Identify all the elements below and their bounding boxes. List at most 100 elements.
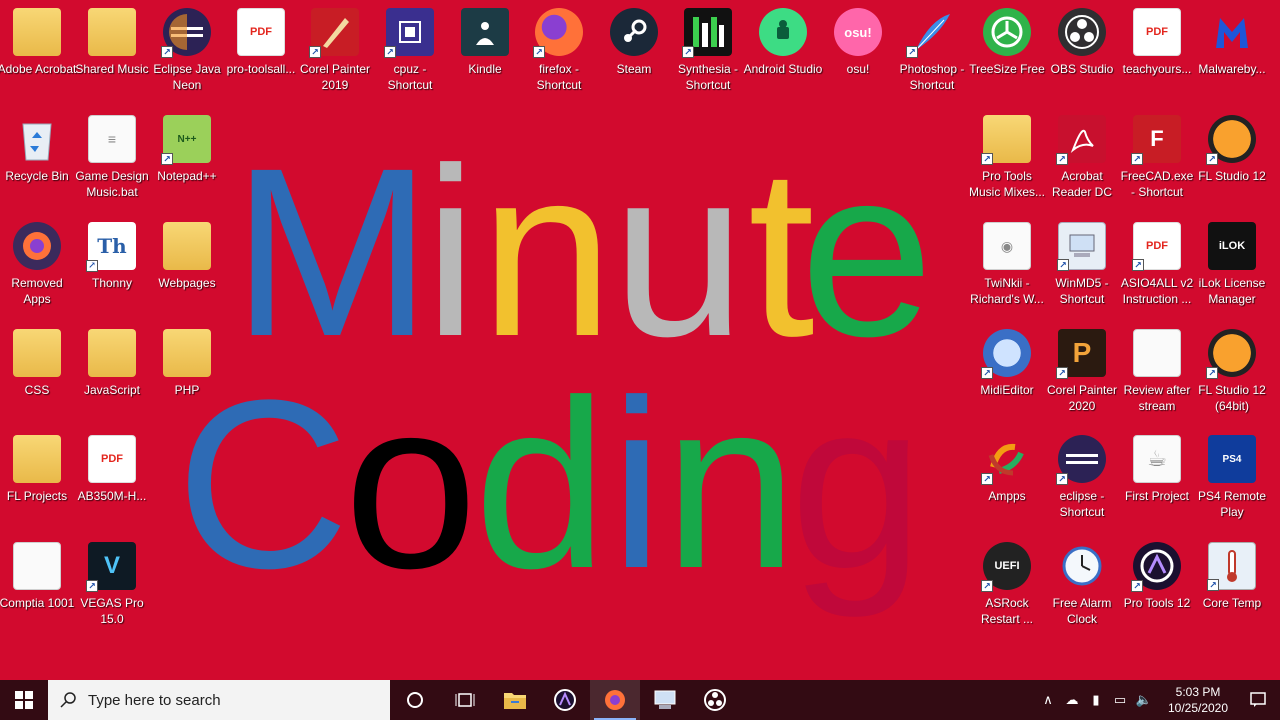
javascript-folder-icon[interactable]: JavaScript	[75, 325, 149, 425]
usb-icon[interactable]: ▮	[1084, 692, 1108, 708]
wallpaper-letter: d	[474, 350, 608, 618]
icon-label: MidiEditor	[980, 383, 1034, 397]
thonny-icon[interactable]: Th ↗ Thonny	[75, 218, 149, 318]
corel-painter-2020-icon[interactable]: P ↗ Corel Painter 2020	[1045, 325, 1119, 425]
clock[interactable]: 5:03 PM 10/25/2020	[1160, 684, 1236, 716]
file-explorer-button[interactable]	[490, 680, 540, 720]
fl-studio-64-icon[interactable]: ↗ FL Studio 12 (64bit)	[1195, 325, 1269, 425]
winmd5-taskbar-button[interactable]	[640, 680, 690, 720]
computer-icon: ↗	[1057, 222, 1106, 271]
acrobat-reader-icon[interactable]: ↗ Acrobat Reader DC	[1045, 111, 1119, 211]
firefox-logo-icon	[13, 222, 61, 270]
cpuz-icon[interactable]: ↗ cpuz - Shortcut	[373, 4, 447, 104]
php-folder-icon[interactable]: PHP	[150, 325, 224, 425]
eclipse-java-icon[interactable]: ↗ Eclipse Java Neon	[150, 4, 224, 104]
ilok-icon[interactable]: iLOK iLok License Manager	[1195, 218, 1269, 318]
chevron-up-icon[interactable]: ∧	[1036, 692, 1060, 708]
ab350m-icon[interactable]: PDF AB350M-H...	[75, 431, 149, 531]
icon-label: Adobe Acrobat	[0, 62, 77, 76]
shortcut-arrow-icon: ↗	[981, 153, 993, 165]
teachyours-icon[interactable]: PDF teachyours...	[1120, 4, 1194, 104]
firefox-taskbar-button[interactable]	[590, 680, 640, 720]
free-alarm-clock-icon[interactable]: Free Alarm Clock	[1045, 538, 1119, 638]
vegas-pro-icon[interactable]: V ↗ VEGAS Pro 15.0	[75, 538, 149, 638]
cortana-button[interactable]	[390, 680, 440, 720]
wallpaper-letter: o	[344, 350, 478, 618]
ps4-remote-play-icon[interactable]: PS4 PS4 Remote Play	[1195, 431, 1269, 531]
clock-icon	[1058, 542, 1106, 590]
winmd5-icon[interactable]: ↗ WinMD5 - Shortcut	[1045, 218, 1119, 318]
obs-logo-icon	[1058, 8, 1106, 56]
midi-icon: ↗	[981, 329, 1031, 379]
icon-label: ASIO4ALL v2 Instruction ...	[1120, 276, 1194, 306]
start-button[interactable]	[0, 680, 48, 720]
icon-label: Synthesia - Shortcut	[677, 62, 739, 92]
task-view-button[interactable]	[440, 680, 490, 720]
removed-apps-icon[interactable]: Removed Apps	[0, 218, 74, 318]
fruit-icon: ↗	[1206, 115, 1256, 165]
notepadpp-icon[interactable]: N++ ↗ Notepad++	[150, 111, 224, 211]
pro-tools-taskbar-button[interactable]	[540, 680, 590, 720]
icon-label: OBS Studio	[1050, 62, 1114, 76]
malwarebytes-icon[interactable]: Malwareby...	[1195, 4, 1269, 104]
uefi-icon: UEFI ↗	[981, 542, 1031, 592]
osu-icon[interactable]: osu! osu!	[821, 4, 895, 104]
shortcut-arrow-icon: ↗	[1206, 367, 1218, 379]
firefox-logo-icon: ↗	[533, 8, 583, 58]
recycle-bin-icon[interactable]: Recycle Bin	[0, 111, 74, 211]
firefox-icon[interactable]: ↗ firefox - Shortcut	[522, 4, 596, 104]
webpages-icon[interactable]: Webpages	[150, 218, 224, 318]
speaker-file-icon: ◉	[983, 222, 1031, 270]
eclipse-icon: ↗	[161, 8, 211, 58]
ampps-icon[interactable]: ↗ Ampps	[970, 431, 1044, 531]
android-studio-icon[interactable]: Android Studio	[744, 4, 822, 104]
adobe-acrobat-icon[interactable]: Adobe Acrobat	[0, 4, 77, 104]
photoshop-icon[interactable]: ↗ Photoshop - Shortcut	[895, 4, 969, 104]
pro-toolsall-icon[interactable]: PDF pro-toolsall...	[224, 4, 298, 104]
freecad-icon[interactable]: F ↗ FreeCAD.exe - Shortcut	[1120, 111, 1194, 211]
pdf-file-icon: PDF ↗	[1132, 222, 1181, 271]
shortcut-arrow-icon: ↗	[1132, 259, 1144, 271]
pro-tools-mixes-icon[interactable]: ↗ Pro Tools Music Mixes...	[969, 111, 1045, 211]
synthesia-icon[interactable]: ↗ Synthesia - Shortcut	[671, 4, 745, 104]
icon-label: Malwareby...	[1198, 62, 1266, 76]
asrock-icon[interactable]: UEFI ↗ ASRock Restart ...	[970, 538, 1044, 638]
eclipse-icon: ↗	[1056, 435, 1106, 485]
volume-icon[interactable]: 🔈	[1132, 692, 1156, 708]
steam-icon[interactable]: Steam	[597, 4, 671, 104]
obs-studio-icon[interactable]: OBS Studio	[1045, 4, 1119, 104]
pro-tools-12-icon[interactable]: ↗ Pro Tools 12	[1120, 538, 1194, 638]
wallpaper-letter: i	[610, 350, 664, 618]
corel-painter-2019-icon[interactable]: ↗ Corel Painter 2019	[298, 4, 372, 104]
shared-music-icon[interactable]: Shared Music	[75, 4, 149, 104]
obs-taskbar-button[interactable]	[690, 680, 740, 720]
icon-label: Core Temp	[1202, 596, 1262, 610]
action-center-button[interactable]	[1236, 680, 1280, 720]
twinkii-icon[interactable]: ◉ TwiNkii - Richard's W...	[970, 218, 1044, 318]
core-temp-icon[interactable]: ↗ Core Temp	[1195, 538, 1269, 638]
css-folder-icon[interactable]: CSS	[0, 325, 74, 425]
eclipse-shortcut-icon[interactable]: ↗ eclipse - Shortcut	[1045, 431, 1119, 531]
icon-label: Review after stream	[1123, 383, 1191, 413]
tree-icon	[983, 8, 1031, 56]
folder-icon	[13, 8, 61, 56]
review-after-stream-icon[interactable]: Review after stream	[1120, 325, 1194, 425]
midieditor-icon[interactable]: ↗ MidiEditor	[970, 325, 1044, 425]
shortcut-arrow-icon: ↗	[533, 46, 545, 58]
fl-projects-icon[interactable]: FL Projects	[0, 431, 74, 531]
shortcut-arrow-icon: ↗	[86, 260, 98, 272]
cloud-icon[interactable]: ☁	[1060, 692, 1084, 708]
folder-icon	[13, 329, 61, 377]
taskbar-search-box[interactable]: Type here to search	[48, 680, 390, 720]
game-design-icon[interactable]: ≡ Game Design Music.bat	[75, 111, 149, 211]
icon-label: JavaScript	[83, 383, 141, 397]
notification-icon	[1250, 692, 1266, 707]
kindle-icon[interactable]: Kindle	[448, 4, 522, 104]
fl-studio-12-icon[interactable]: ↗ FL Studio 12	[1195, 111, 1269, 211]
first-project-icon[interactable]: ☕ First Project	[1120, 431, 1194, 531]
ilok-logo-icon: iLOK	[1208, 222, 1256, 270]
asio4all-icon[interactable]: PDF ↗ ASIO4ALL v2 Instruction ...	[1120, 218, 1194, 318]
network-icon[interactable]: ▭	[1108, 692, 1132, 708]
treesize-icon[interactable]: TreeSize Free	[969, 4, 1045, 104]
comptia-icon[interactable]: Comptia 1001	[0, 538, 74, 638]
